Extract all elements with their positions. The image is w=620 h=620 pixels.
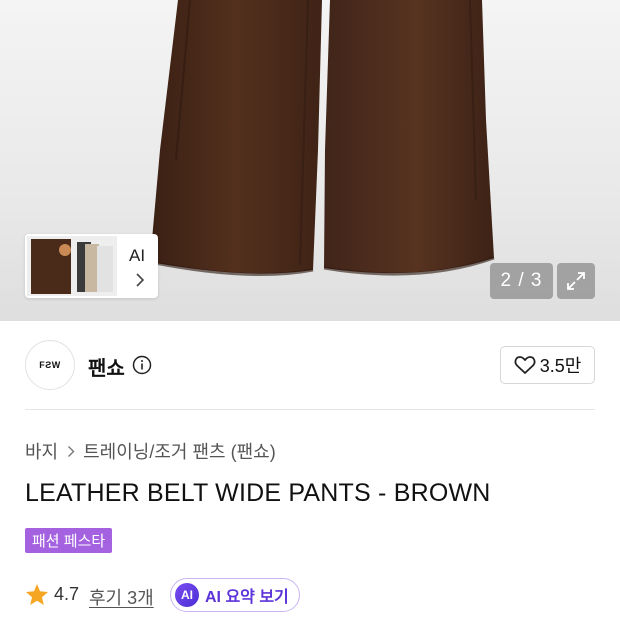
expand-image-button[interactable] bbox=[557, 263, 595, 299]
brand-name[interactable]: 팬쇼 bbox=[88, 352, 125, 381]
rating-row: 4.7 후기 3개 AI AI 요약 보기 bbox=[25, 578, 595, 612]
star-icon bbox=[26, 584, 48, 605]
image-pager: 2 / 3 bbox=[490, 263, 553, 299]
info-icon[interactable] bbox=[132, 355, 152, 375]
breadcrumb-item-pants[interactable]: 바지 bbox=[25, 438, 58, 464]
expand-icon bbox=[567, 272, 585, 290]
rating-score: 4.7 bbox=[54, 584, 80, 604]
ai-summary-label: AI 요약 보기 bbox=[205, 589, 289, 606]
breadcrumb: 바지 트레이닝/조거 팬츠 (팬쇼) bbox=[25, 438, 276, 464]
ai-summary-button[interactable]: AI AI 요약 보기 bbox=[170, 578, 300, 612]
like-count: 3.5만 bbox=[539, 356, 582, 376]
ai-label: AI bbox=[129, 246, 146, 265]
like-button[interactable]: 3.5만 bbox=[500, 346, 595, 384]
chevron-right-icon bbox=[136, 273, 145, 287]
brand-row: FƧW 팬쇼 3.5만 bbox=[0, 321, 620, 409]
ai-similar-products-card[interactable]: AI bbox=[25, 234, 158, 298]
heart-icon bbox=[514, 356, 536, 374]
product-title: LEATHER BELT WIDE PANTS - BROWN bbox=[25, 479, 491, 507]
fashion-festa-badge: 패션 페스타 bbox=[25, 528, 113, 553]
reviews-link[interactable]: 후기 3개 bbox=[89, 584, 154, 610]
similar-products-thumbnail bbox=[27, 236, 117, 296]
brand-logo-text: FƧW bbox=[39, 360, 61, 370]
product-image-gallery[interactable]: AI 2 / 3 bbox=[0, 0, 620, 321]
brand-logo[interactable]: FƧW bbox=[25, 340, 75, 390]
ai-icon: AI bbox=[175, 583, 199, 607]
chevron-right-icon bbox=[67, 445, 75, 458]
divider bbox=[25, 409, 595, 410]
breadcrumb-item-category[interactable]: 트레이닝/조거 팬츠 (팬쇼) bbox=[83, 438, 276, 464]
